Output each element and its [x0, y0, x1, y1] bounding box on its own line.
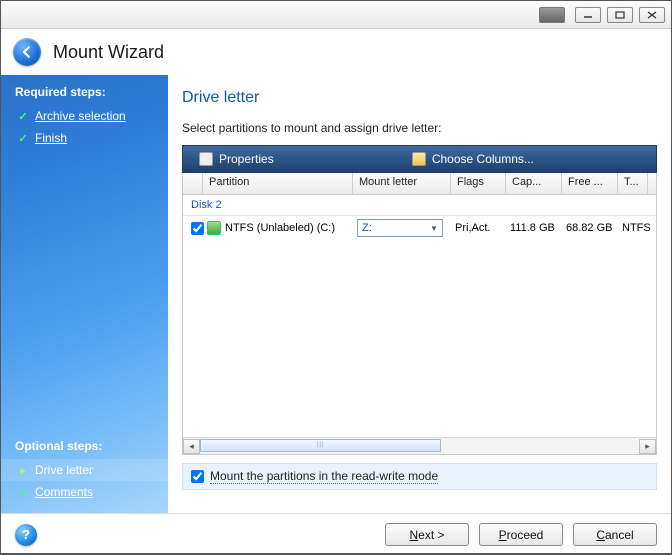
col-capacity[interactable]: Cap... [506, 173, 562, 194]
maximize-button[interactable] [607, 7, 633, 23]
scroll-right-button[interactable]: ▸ [639, 439, 656, 454]
wizard-header: Mount Wizard [1, 29, 671, 75]
help-button[interactable]: ? [15, 524, 37, 546]
mount-letter-value: Z: [362, 222, 372, 234]
step-label: Archive selection [35, 109, 126, 123]
step-finish[interactable]: ✓ Finish [1, 127, 168, 149]
mount-letter-dropdown[interactable]: Z: ▼ [357, 219, 443, 237]
partition-flags: Pri,Act. [455, 222, 510, 234]
partition-icon [207, 221, 221, 235]
step-label: Drive letter [35, 463, 93, 477]
chevron-down-icon: ▼ [430, 224, 438, 233]
step-label: Comments [35, 485, 93, 499]
read-write-checkbox[interactable] [191, 470, 204, 483]
check-icon: ✓ [17, 486, 29, 498]
properties-button[interactable]: Properties [183, 146, 290, 172]
minimize-button[interactable] [575, 7, 601, 23]
columns-icon [412, 152, 426, 166]
check-icon: ✓ [17, 132, 29, 144]
cancel-button[interactable]: Cancel [573, 523, 657, 546]
col-partition[interactable]: Partition [203, 173, 353, 194]
next-button[interactable]: Next > [385, 523, 469, 546]
partition-row[interactable]: NTFS (Unlabeled) (C:) Z: ▼ Pri,Act. 111.… [183, 216, 656, 240]
grid-toolbar: Properties Choose Columns... [182, 145, 657, 173]
step-label: Finish [35, 131, 67, 145]
properties-icon [199, 152, 213, 166]
col-checkbox[interactable] [183, 173, 203, 194]
main-panel: Drive letter Select partitions to mount … [168, 75, 671, 513]
optional-steps-heading: Optional steps: [1, 429, 168, 459]
partition-type: NTFS [622, 222, 652, 234]
page-instruction: Select partitions to mount and assign dr… [182, 121, 657, 135]
wizard-footer: ? Next > Proceed Cancel [1, 513, 671, 555]
mount-wizard-window: Mount Wizard Required steps: ✓ Archive s… [0, 0, 672, 554]
steps-sidebar: Required steps: ✓ Archive selection ✓ Fi… [1, 75, 168, 513]
partition-checkbox[interactable] [191, 222, 204, 235]
arrow-right-icon: ▸ [17, 464, 29, 476]
required-steps-heading: Required steps: [1, 75, 168, 105]
col-mount-letter[interactable]: Mount letter [353, 173, 451, 194]
scroll-track[interactable] [200, 439, 639, 454]
horizontal-scrollbar[interactable]: ◂ ▸ [183, 437, 656, 454]
col-flags[interactable]: Flags [451, 173, 506, 194]
column-headers: Partition Mount letter Flags Cap... Free… [182, 173, 657, 195]
choose-columns-button[interactable]: Choose Columns... [396, 146, 550, 172]
toolbar-label: Choose Columns... [432, 152, 534, 166]
back-button[interactable] [13, 38, 41, 66]
step-archive-selection[interactable]: ✓ Archive selection [1, 105, 168, 127]
app-brand-icon [539, 7, 565, 23]
page-title: Drive letter [182, 89, 657, 107]
titlebar [1, 1, 671, 29]
partition-free: 68.82 GB [566, 222, 622, 234]
step-comments[interactable]: ✓ Comments [1, 481, 168, 503]
scroll-thumb[interactable] [200, 439, 441, 452]
col-free[interactable]: Free ... [562, 173, 618, 194]
step-drive-letter[interactable]: ▸ Drive letter [1, 459, 168, 481]
proceed-button[interactable]: Proceed [479, 523, 563, 546]
disk-group-label: Disk 2 [183, 195, 656, 216]
col-type[interactable]: T... [618, 173, 648, 194]
check-icon: ✓ [17, 110, 29, 122]
partition-grid: Disk 2 NTFS (Unlabeled) (C:) Z: ▼ [182, 195, 657, 455]
wizard-title: Mount Wizard [53, 42, 164, 63]
close-button[interactable] [639, 7, 665, 23]
toolbar-label: Properties [219, 152, 274, 166]
read-write-option: Mount the partitions in the read-write m… [182, 463, 657, 490]
scroll-left-button[interactable]: ◂ [183, 439, 200, 454]
partition-name: NTFS (Unlabeled) (C:) [225, 222, 335, 234]
partition-capacity: 111.8 GB [510, 222, 566, 234]
read-write-label[interactable]: Mount the partitions in the read-write m… [210, 469, 438, 484]
